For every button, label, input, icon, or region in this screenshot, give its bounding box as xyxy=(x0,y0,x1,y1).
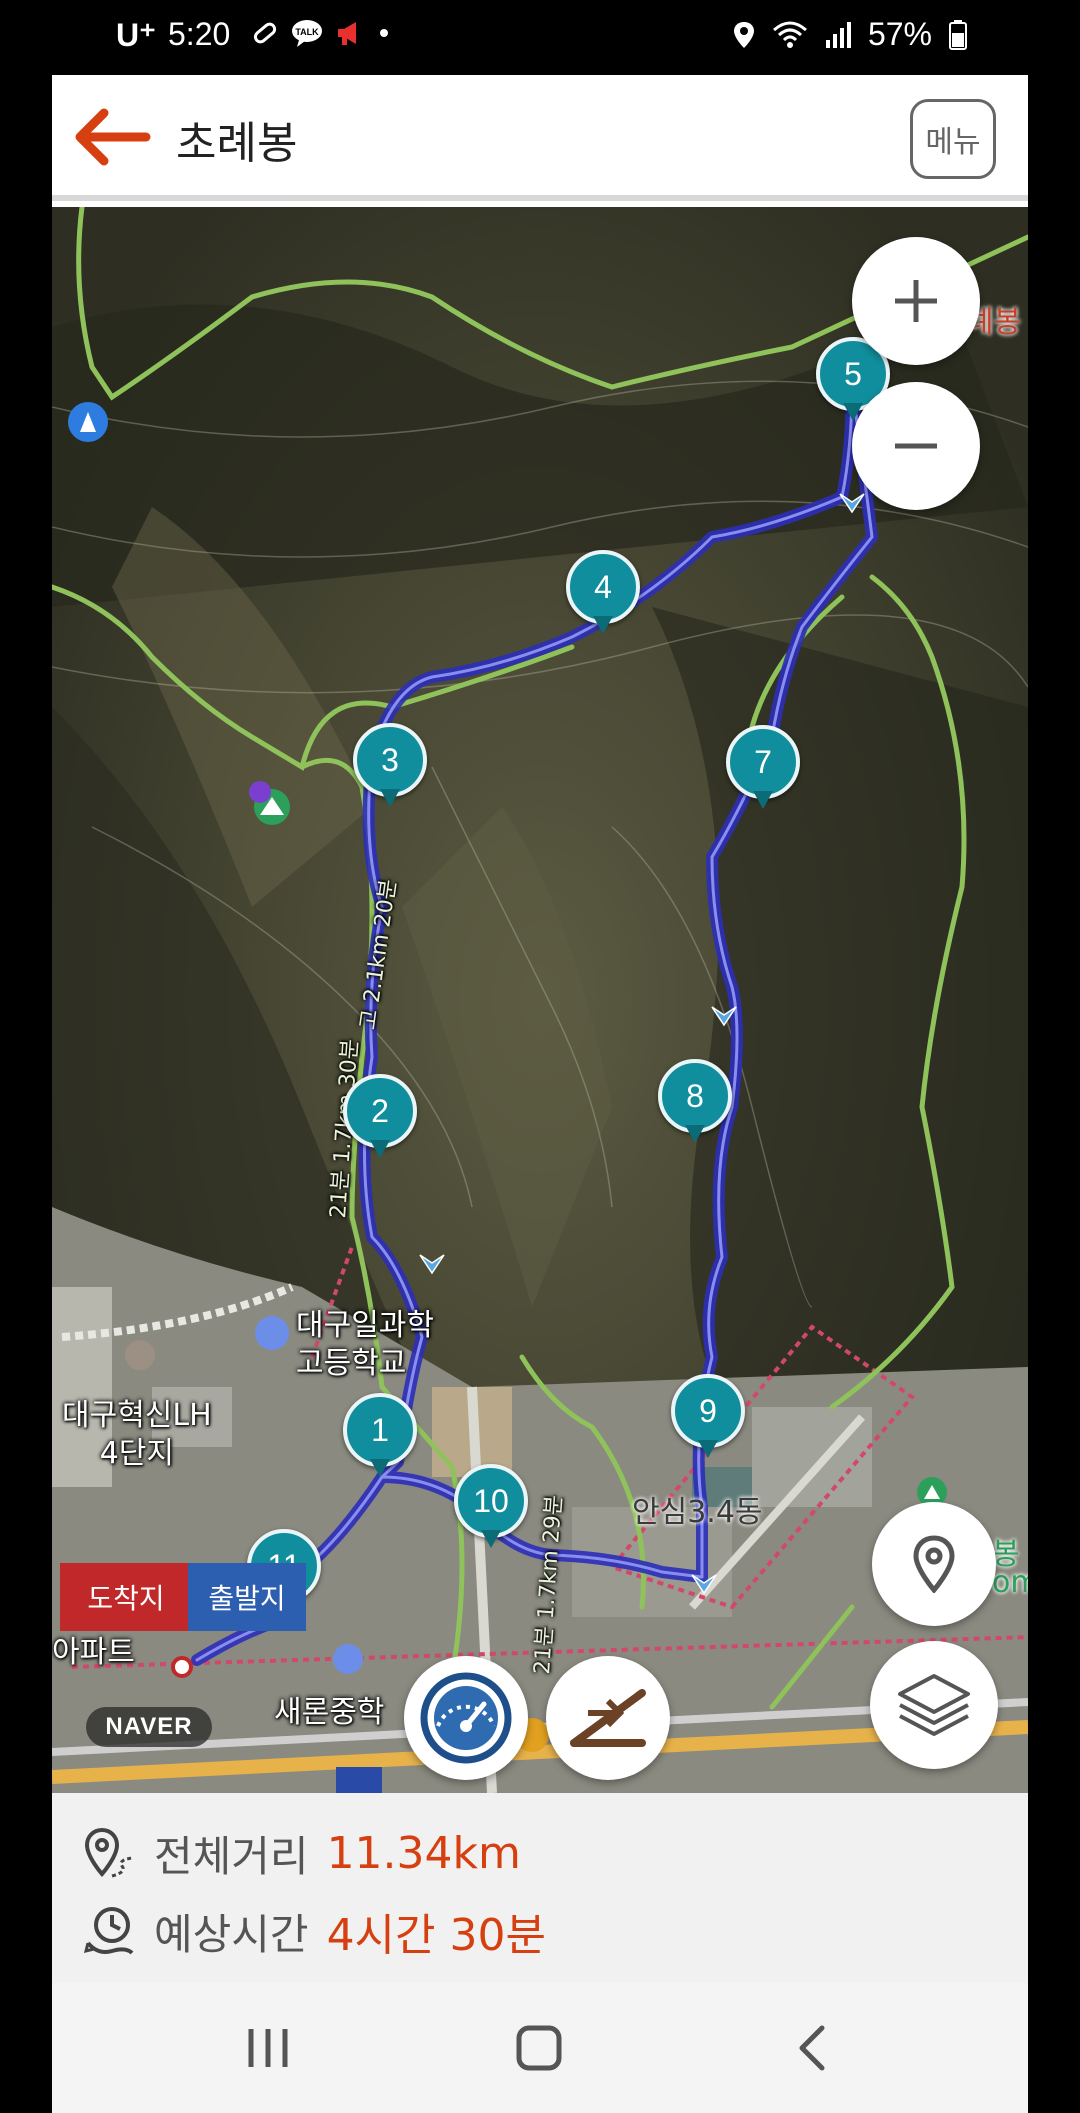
waypoint-number: 7 xyxy=(726,725,800,799)
left-bezel xyxy=(0,0,52,2113)
elevation-icon xyxy=(570,1689,646,1747)
menu-button[interactable]: 메뉴 xyxy=(910,99,996,179)
megaphone-icon xyxy=(338,22,356,45)
back-chevron-icon xyxy=(799,2025,825,2071)
route-distance-icon xyxy=(84,1827,133,1877)
departure-flag[interactable]: 출발지 xyxy=(188,1563,306,1631)
plus-icon xyxy=(895,280,937,322)
time-row: 예상시간 4시간 30분 xyxy=(82,1899,546,1963)
waypoint-marker[interactable]: 8 xyxy=(658,1059,732,1149)
distance-label: 전체거리 xyxy=(154,1832,309,1881)
zoom-out-button[interactable] xyxy=(852,382,980,510)
home-icon xyxy=(516,2025,562,2071)
marker-tail xyxy=(380,789,400,807)
label-middle-school: 새론중학 xyxy=(274,1695,385,1730)
system-icons: 57% xyxy=(732,16,968,53)
layers-button[interactable] xyxy=(870,1641,998,1769)
notification-icons: TALK xyxy=(250,18,394,48)
arrival-flag[interactable]: 도착지 xyxy=(60,1563,192,1631)
recent-apps-icon xyxy=(248,2029,288,2067)
pill-icon xyxy=(253,22,277,44)
right-bezel xyxy=(1028,0,1080,2113)
waypoint-marker[interactable]: 3 xyxy=(353,723,427,813)
back-button[interactable] xyxy=(74,107,152,167)
marker-tail xyxy=(370,1459,390,1477)
marker-tail xyxy=(370,1140,390,1158)
my-location-button[interactable] xyxy=(872,1502,996,1626)
waypoint-number: 9 xyxy=(671,1374,745,1448)
map-view[interactable]: 21분 1.7km 30분 21분 1.7km 29분 고 2.1km 20분 … xyxy=(52,207,1028,1793)
location-icon xyxy=(733,21,754,48)
home-button[interactable] xyxy=(499,2013,579,2083)
clock: 5:20 xyxy=(168,16,231,52)
layers-icon xyxy=(898,1674,970,1736)
distance-row: 전체거리 11.34km xyxy=(82,1823,521,1884)
battery-percent: 57% xyxy=(867,16,932,52)
waypoint-marker[interactable]: 1 xyxy=(343,1393,417,1483)
battery-icon xyxy=(949,19,967,50)
marker-tail xyxy=(685,1125,705,1143)
waypoint-marker[interactable]: 7 xyxy=(726,725,800,815)
marker-tail xyxy=(481,1530,501,1548)
marker-tail xyxy=(698,1440,718,1458)
speedometer-button[interactable] xyxy=(404,1656,528,1780)
wifi-icon xyxy=(772,21,807,48)
label-apartment-text: 대구혁신LH 4단지 xyxy=(62,1398,212,1471)
speedometer-icon xyxy=(420,1672,512,1764)
recent-apps-button[interactable] xyxy=(228,2013,308,2083)
waypoint-marker[interactable]: 10 xyxy=(454,1464,528,1554)
label-school: 대구일과학 고등학교 xyxy=(296,1307,434,1383)
back-arrow-icon xyxy=(75,108,151,166)
time-value: 4시간 30분 xyxy=(326,1910,546,1961)
waypoint-marker[interactable]: 2 xyxy=(343,1074,417,1164)
minus-icon xyxy=(895,443,937,449)
page-title: 초례봉 xyxy=(176,118,298,169)
elevation-button[interactable] xyxy=(546,1656,670,1780)
app-header: 초례봉 메뉴 xyxy=(52,75,1028,201)
route-info-panel: 전체거리 11.34km 예상시간 4시간 30분 xyxy=(52,1793,1028,1983)
zoom-in-button[interactable] xyxy=(852,237,980,365)
waypoint-marker[interactable]: 4 xyxy=(566,550,640,640)
waypoint-number: 10 xyxy=(454,1464,528,1538)
back-nav-button[interactable] xyxy=(772,2013,852,2083)
system-nav-bar xyxy=(52,1983,1028,2113)
marker-tail xyxy=(593,616,613,634)
label-right-edge-b: om xyxy=(992,1565,1028,1600)
svg-text:TALK: TALK xyxy=(295,27,319,37)
marker-tail xyxy=(753,791,773,809)
waypoint-number: 3 xyxy=(353,723,427,797)
signal-icon xyxy=(825,21,851,48)
phone-screen: U⁺ 5:20 TALK 57% 초례봉 메뉴 21분 1.7km 30분 21… xyxy=(52,0,1028,2113)
waypoint-number: 4 xyxy=(566,550,640,624)
waypoint-marker[interactable]: 9 xyxy=(671,1374,745,1464)
waypoint-number: 8 xyxy=(658,1059,732,1133)
carrier-label: U⁺ xyxy=(116,17,156,53)
dot-icon xyxy=(380,29,388,37)
label-apartment: 대구혁신LH 4단지 xyxy=(62,1397,212,1473)
distance-value: 11.34km xyxy=(326,1828,521,1879)
label-apartment2: 아파트 xyxy=(52,1635,135,1670)
time-label: 예상시간 xyxy=(154,1909,309,1959)
label-school-text: 대구일과학 고등학교 xyxy=(296,1308,434,1381)
clock-icon xyxy=(83,1907,134,1955)
waypoint-number: 2 xyxy=(343,1074,417,1148)
talk-icon: TALK xyxy=(292,20,322,47)
naver-watermark: NAVER xyxy=(86,1707,212,1747)
status-bar: U⁺ 5:20 TALK 57% xyxy=(52,0,1028,75)
location-pin-icon xyxy=(913,1535,955,1593)
label-district: 안심3.4동 xyxy=(632,1495,763,1530)
waypoint-number: 1 xyxy=(343,1393,417,1467)
